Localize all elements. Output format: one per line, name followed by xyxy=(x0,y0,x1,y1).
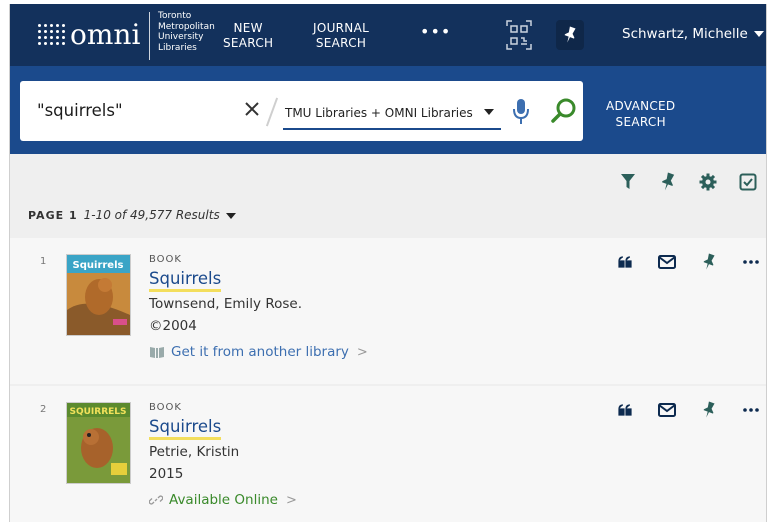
cover-title-text: SQUIRRELS xyxy=(69,407,126,417)
availability-link[interactable]: Get it from another library > xyxy=(149,344,368,360)
clear-search-icon[interactable] xyxy=(242,99,262,119)
new-search-label: SEARCH xyxy=(223,36,274,50)
filter-icon[interactable] xyxy=(608,170,648,194)
availability-text: Get it from another library xyxy=(171,344,349,360)
institution-line: University xyxy=(158,32,204,42)
search-box: "squirrels" TMU Libraries + OMNI Librari… xyxy=(20,81,583,141)
book-cover-image[interactable]: SQUIRRELS xyxy=(66,402,131,484)
result-title-link[interactable]: Squirrels xyxy=(149,269,222,292)
resource-type: BOOK xyxy=(149,254,182,265)
link-icon xyxy=(149,495,163,505)
advanced-search-label: SEARCH xyxy=(615,115,666,129)
my-favorites-pin-icon[interactable] xyxy=(556,20,584,50)
result-actions xyxy=(604,250,766,274)
qr-code-icon[interactable] xyxy=(504,18,534,52)
pin-icon[interactable] xyxy=(688,250,730,274)
result-title-link[interactable]: Squirrels xyxy=(149,417,222,440)
journal-search-label: JOURNAL xyxy=(313,21,370,35)
chevron-right-icon: > xyxy=(285,492,297,508)
search-input[interactable]: "squirrels" xyxy=(37,101,123,120)
chevron-down-icon xyxy=(753,31,764,37)
result-date: ©2004 xyxy=(149,318,197,334)
resource-type: BOOK xyxy=(149,402,182,413)
advanced-search-label: ADVANCED xyxy=(606,99,676,113)
results-count[interactable]: PAGE 1 1-10 of 49,577 Results xyxy=(28,208,236,222)
result-item[interactable]: 2 SQUIRRELS BOOK Squirrels Petrie, Krist… xyxy=(10,386,766,522)
pin-icon[interactable] xyxy=(648,170,688,194)
omni-logo-dots xyxy=(36,22,66,48)
new-search-label: NEW xyxy=(233,21,263,35)
book-icon xyxy=(150,347,164,358)
advanced-search-link[interactable]: ADVANCED SEARCH xyxy=(606,98,675,130)
result-number: 1 xyxy=(40,256,47,267)
select-checkbox-icon[interactable] xyxy=(728,170,766,194)
result-actions xyxy=(604,398,766,422)
result-date: 2015 xyxy=(149,466,184,482)
user-name: Schwartz, Michelle xyxy=(622,26,748,42)
chevron-right-icon: > xyxy=(356,344,368,360)
more-options-icon[interactable] xyxy=(730,250,766,274)
search-scope-select[interactable]: TMU Libraries + OMNI Libraries xyxy=(283,104,501,130)
journal-search-link[interactable]: JOURNAL SEARCH xyxy=(313,21,369,51)
more-menu-button[interactable]: ••• xyxy=(420,24,451,40)
institution-line: Metropolitan xyxy=(158,21,215,32)
results-toolbar xyxy=(608,170,766,194)
result-number: 2 xyxy=(40,404,47,415)
institution-line: Toronto xyxy=(158,11,192,21)
omni-logo[interactable]: omni xyxy=(36,18,140,52)
logo-divider xyxy=(149,12,150,60)
results-range: 1-10 of 49,577 Results xyxy=(83,208,220,222)
result-author: Petrie, Kristin xyxy=(149,444,240,460)
more-options-icon[interactable] xyxy=(730,398,766,422)
pin-icon[interactable] xyxy=(688,398,730,422)
chevron-down-icon xyxy=(484,109,494,115)
cover-title-text: Squirrels xyxy=(73,260,124,271)
gear-icon[interactable] xyxy=(688,170,728,194)
page-label: PAGE 1 xyxy=(28,209,78,222)
availability-text: Available Online xyxy=(169,492,278,508)
book-cover-image[interactable]: Squirrels xyxy=(66,254,131,336)
email-envelope-icon[interactable] xyxy=(646,398,688,422)
citation-quote-icon[interactable] xyxy=(604,250,646,274)
result-item[interactable]: 1 Squirrels BOOK Squirrels Townsend, Emi… xyxy=(10,238,766,384)
search-icon[interactable] xyxy=(550,97,578,125)
top-navigation-bar: omni Toronto Metropolitan University Lib… xyxy=(10,4,766,66)
chevron-down-icon xyxy=(225,212,236,219)
search-bar: "squirrels" TMU Libraries + OMNI Librari… xyxy=(10,66,766,154)
app-frame: omni Toronto Metropolitan University Lib… xyxy=(9,4,767,522)
institution-line: Libraries xyxy=(158,42,197,53)
microphone-icon[interactable] xyxy=(511,97,531,127)
result-author: Townsend, Emily Rose. xyxy=(149,296,302,312)
availability-link[interactable]: Available Online > xyxy=(149,492,297,508)
email-envelope-icon[interactable] xyxy=(646,250,688,274)
citation-quote-icon[interactable] xyxy=(604,398,646,422)
new-search-link[interactable]: NEW SEARCH xyxy=(223,21,273,51)
journal-search-label: SEARCH xyxy=(315,36,367,50)
divider xyxy=(265,97,279,127)
user-menu[interactable]: Schwartz, Michelle xyxy=(622,26,764,42)
institution-name: Toronto Metropolitan University Librarie… xyxy=(158,11,215,53)
search-scope-value: TMU Libraries + OMNI Libraries xyxy=(285,106,473,120)
omni-logo-text: omni xyxy=(70,18,141,51)
